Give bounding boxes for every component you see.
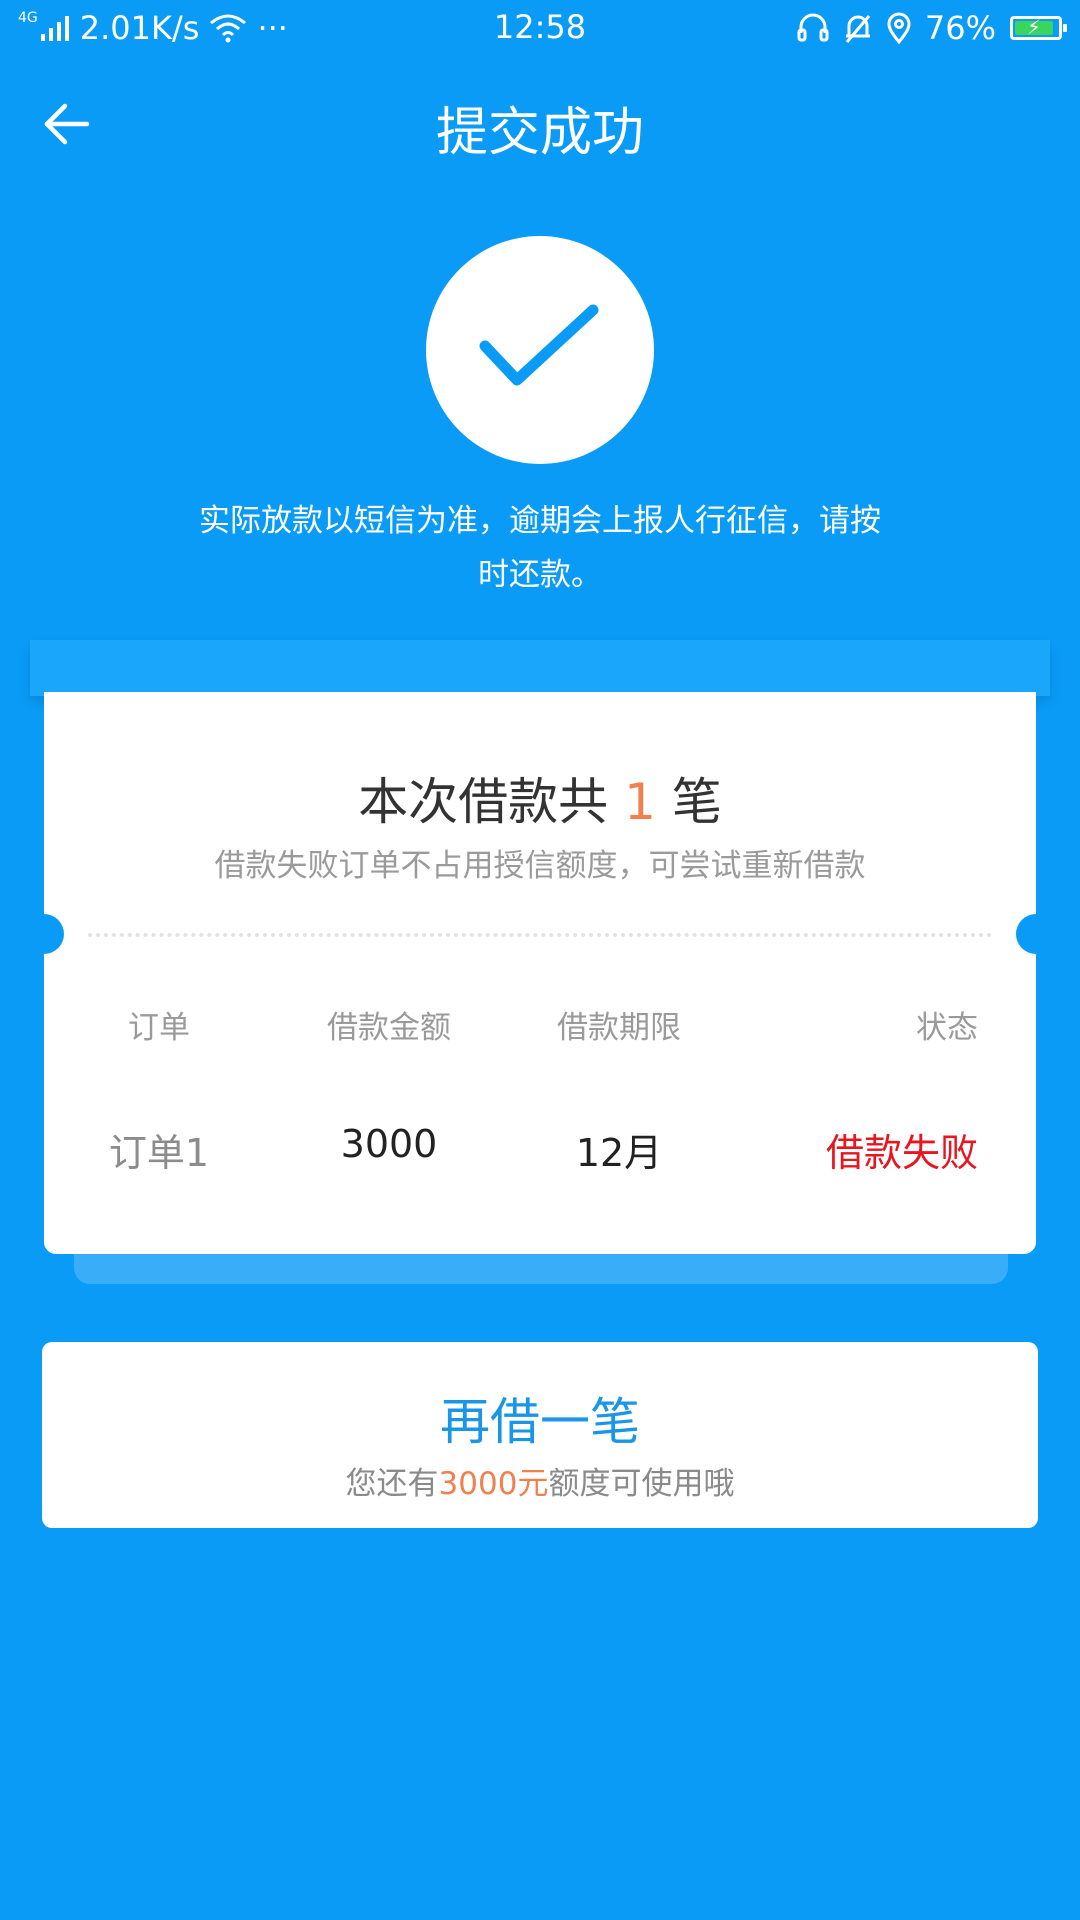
status-bar: 4G 2.01K/s ··· 12:58 76% ⚡ [0,0,1080,56]
checkmark-icon [479,304,599,386]
loan-count-title: 本次借款共 1 笔 [44,762,1036,834]
ticket-top-band [30,640,1050,696]
table-header: 订单 借款金额 借款期限 状态 [44,1002,1036,1047]
loan-count-suffix: 笔 [671,773,722,831]
order-term: 12月 [575,1131,663,1175]
ticket-notch-right [1016,914,1056,954]
notice-text: 实际放款以短信为准，逾期会上报人行征信，请按 时还款。 [160,494,920,602]
battery-icon: ⚡ [1010,15,1067,40]
borrow-again-subtitle: 您还有3000元额度可使用哦 [42,1458,1038,1503]
order-name: 订单1 [108,1131,210,1175]
loan-count-prefix: 本次借款共 [358,773,609,831]
header: 提交成功 [0,70,1080,170]
success-check-badge [426,236,654,464]
header-order: 订单 [128,1010,190,1046]
loan-summary-card: 本次借款共 1 笔 借款失败订单不占用授信额度，可尝试重新借款 订单 借款金额 … [24,692,1056,1254]
notice-line-2: 时还款。 [478,557,602,593]
ticket-notch-left [24,914,64,954]
order-amount: 3000 [340,1122,438,1166]
dotted-divider [88,933,992,937]
borrow-again-button[interactable]: 再借一笔 您还有3000元额度可使用哦 [42,1342,1038,1528]
header-status: 状态 [916,1010,978,1046]
loan-count-number: 1 [624,773,656,831]
table-row[interactable]: 订单1 3000 12月 借款失败 [44,1122,1036,1177]
header-term: 借款期限 [557,1010,681,1046]
credit-suffix: 额度可使用哦 [548,1466,735,1502]
loan-hint: 借款失败订单不占用授信额度，可尝试重新借款 [214,848,866,884]
order-status: 借款失败 [825,1131,978,1175]
header-amount: 借款金额 [327,1010,451,1046]
status-time: 12:58 [493,8,587,46]
page-title: 提交成功 [435,103,644,163]
borrow-again-title: 再借一笔 [440,1393,640,1451]
notice-line-1: 实际放款以短信为准，逾期会上报人行征信，请按 [199,503,881,539]
credit-prefix: 您还有 [345,1466,439,1502]
credit-amount: 3000元 [438,1466,549,1502]
